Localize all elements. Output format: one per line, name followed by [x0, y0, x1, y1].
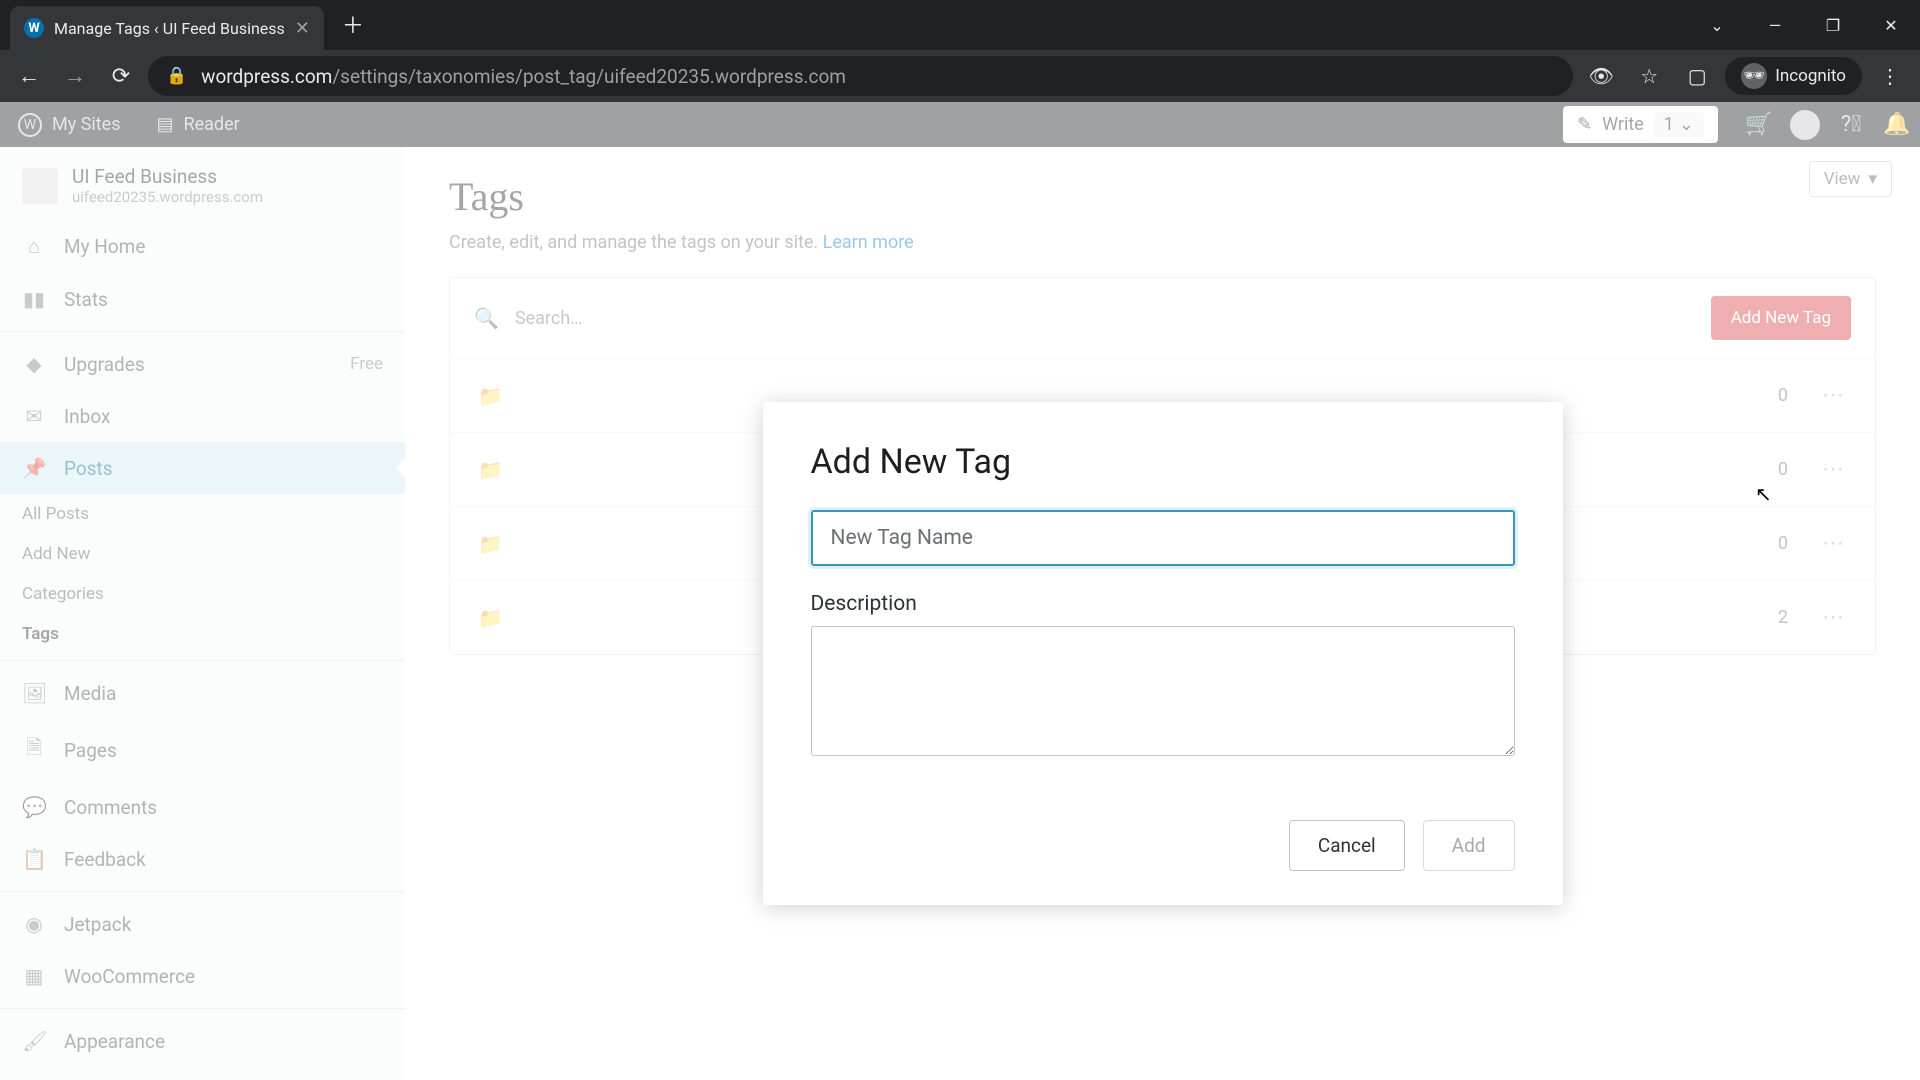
address-bar[interactable]: 🔒 wordpress.com/settings/taxonomies/post… [148, 56, 1573, 96]
description-label: Description [811, 592, 1515, 616]
url-host: wordpress.com [201, 65, 332, 88]
panel-icon[interactable]: ▢ [1677, 56, 1717, 96]
close-tab-icon[interactable]: ✕ [295, 18, 310, 39]
lock-icon: 🔒 [166, 66, 187, 86]
tag-description-input[interactable] [811, 626, 1515, 756]
bookmark-icon[interactable]: ☆ [1629, 56, 1669, 96]
incognito-icon: 🕶 [1741, 63, 1767, 89]
browser-tab-strip: W Manage Tags ‹ UI Feed Business ✕ ＋ ⌄ ―… [0, 0, 1920, 50]
add-tag-modal: Add New Tag Description Cancel Add [763, 402, 1563, 905]
add-button[interactable]: Add [1423, 820, 1515, 871]
tab-title: Manage Tags ‹ UI Feed Business [54, 19, 285, 38]
incognito-label: Incognito [1775, 66, 1846, 86]
maximize-icon[interactable]: ❐ [1804, 16, 1862, 35]
back-button[interactable]: ← [10, 57, 48, 95]
close-window-icon[interactable]: ✕ [1862, 16, 1920, 35]
modal-actions: Cancel Add [811, 820, 1515, 871]
window-controls: ⌄ ― ❐ ✕ [1688, 0, 1920, 50]
incognito-badge[interactable]: 🕶 Incognito [1725, 57, 1862, 95]
modal-title: Add New Tag [811, 442, 1515, 482]
forward-button: → [56, 57, 94, 95]
cancel-button[interactable]: Cancel [1289, 820, 1405, 871]
url-path: /settings/taxonomies/post_tag/uifeed2023… [332, 65, 846, 88]
new-tab-button[interactable]: ＋ [342, 8, 364, 40]
minimize-icon[interactable]: ― [1746, 16, 1804, 35]
kebab-menu-icon[interactable]: ⋮ [1870, 56, 1910, 96]
wordpress-favicon: W [24, 18, 44, 38]
tabs-chevron-icon[interactable]: ⌄ [1688, 16, 1746, 35]
tracking-icon[interactable]: 👁 [1581, 56, 1621, 96]
reload-button[interactable]: ⟳ [102, 57, 140, 95]
browser-toolbar: ← → ⟳ 🔒 wordpress.com/settings/taxonomie… [0, 50, 1920, 102]
browser-tab[interactable]: W Manage Tags ‹ UI Feed Business ✕ [10, 6, 324, 50]
tag-name-input[interactable] [811, 510, 1515, 566]
